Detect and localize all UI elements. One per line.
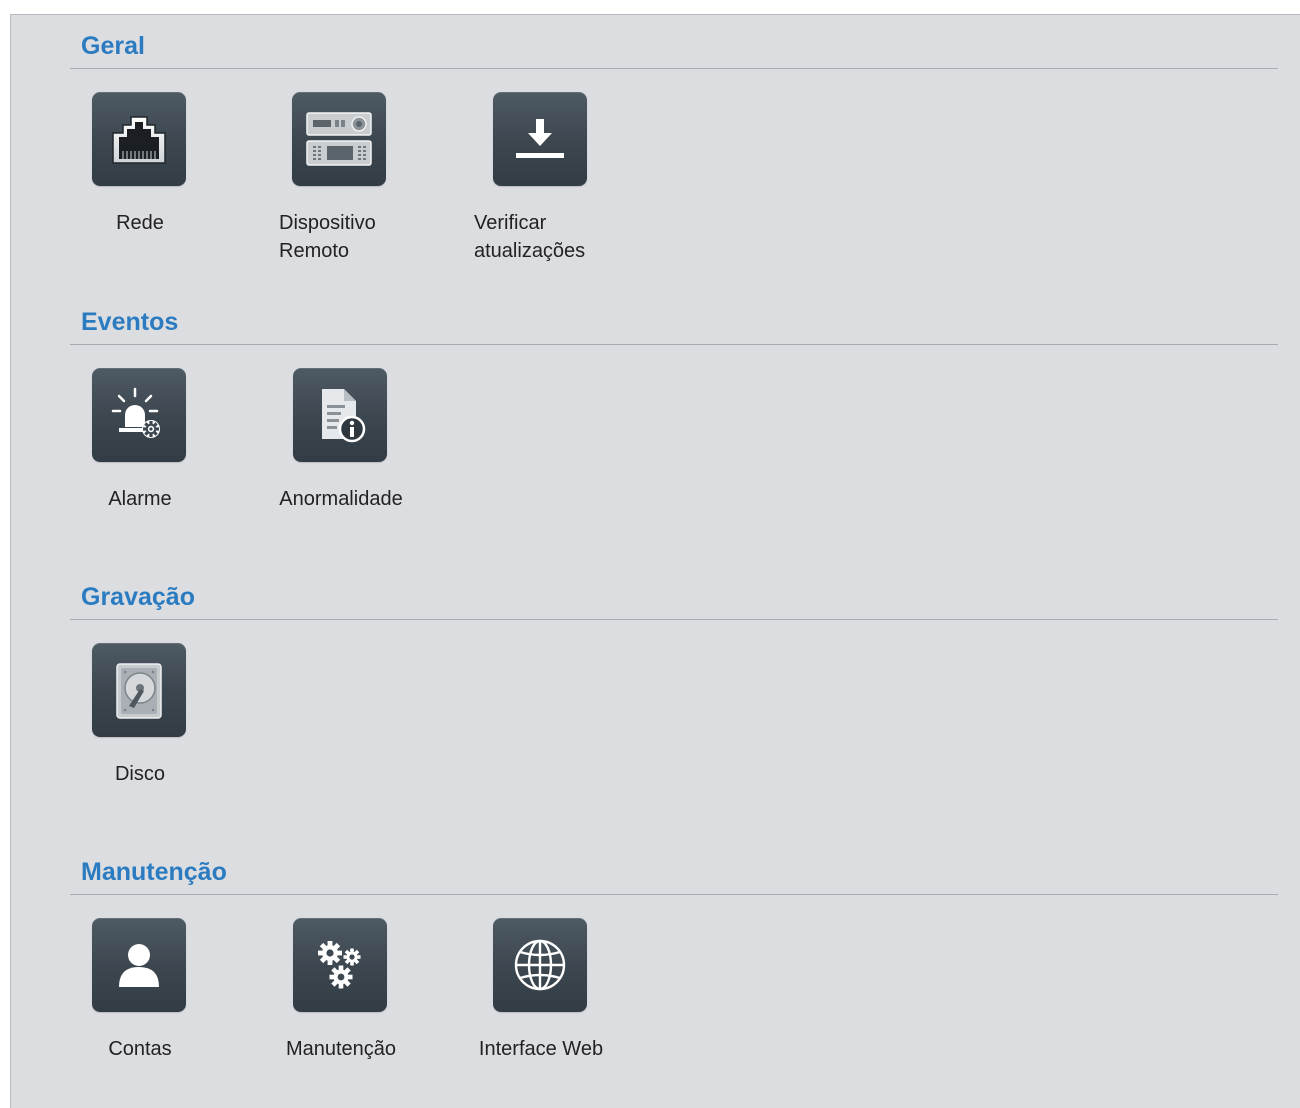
item-label: Alarme <box>108 488 172 510</box>
item-label-line: Remoto <box>279 240 350 262</box>
section-divider <box>70 894 1278 895</box>
item-label: Anormalidade <box>279 488 403 510</box>
alarm-siren-icon <box>92 368 186 462</box>
section-divider <box>70 68 1278 69</box>
settings-panel: Geral Rede Dispositivo Remoto Verificar … <box>10 14 1300 1108</box>
download-update-icon <box>493 92 587 186</box>
ethernet-port-icon <box>92 92 186 186</box>
item-label-line: Dispositivo <box>279 212 376 234</box>
item-label-line: Verificar <box>474 212 547 234</box>
section-title-geral: Geral <box>81 32 145 60</box>
item-label: Rede <box>116 212 164 234</box>
document-info-icon <box>293 368 387 462</box>
remote-device-icon <box>292 92 386 186</box>
item-label: Contas <box>108 1038 172 1060</box>
section-title-manutencao: Manutenção <box>81 858 227 886</box>
hard-disk-icon <box>92 643 186 737</box>
item-label: Disco <box>114 763 165 785</box>
user-account-icon <box>92 918 186 1012</box>
section-title-gravacao: Gravação <box>81 583 195 611</box>
item-label: Interface Web <box>478 1038 604 1060</box>
section-divider <box>70 619 1278 620</box>
item-label-line: atualizações <box>474 240 586 262</box>
item-label: Dispositivo Remoto <box>279 209 376 265</box>
gears-icon <box>293 918 387 1012</box>
section-divider <box>70 344 1278 345</box>
globe-icon <box>493 918 587 1012</box>
item-label: Manutenção <box>285 1038 397 1060</box>
item-label: Verificar atualizações <box>474 209 585 265</box>
section-title-eventos: Eventos <box>81 308 179 336</box>
